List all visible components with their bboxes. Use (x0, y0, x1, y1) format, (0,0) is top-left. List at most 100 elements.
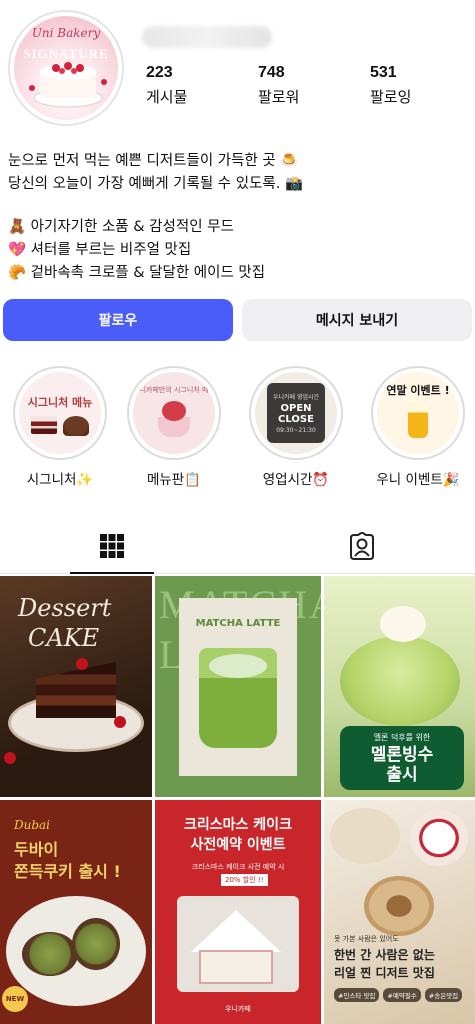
cake-slice-image (31, 416, 57, 434)
stat-following-count: 531 (370, 64, 397, 81)
stat-following[interactable]: 531 팔로잉 (370, 64, 411, 107)
profile-avatar[interactable]: Uni Bakery SIGNATURE (8, 10, 124, 126)
post-subtitle: CAKE (28, 624, 100, 652)
highlight-cover: 우니카페 영업시간 OPEN CLOSE 09:30~21:30 (255, 372, 337, 454)
post-footer: 우니카페 (225, 1005, 251, 1013)
strawberry-cup-image (154, 401, 194, 437)
post-badge: 멜론 덕후를 위한 멜론빙수 출시 (340, 726, 464, 790)
stat-posts[interactable]: 223 게시물 (146, 64, 187, 107)
sign-caption: 우니카페 영업시간 (272, 394, 320, 401)
cookie-image (22, 932, 78, 976)
avatar-image: Uni Bakery SIGNATURE (14, 16, 118, 120)
highlight-cover-title: 우니카페만의 시그니처 메뉴 (133, 386, 215, 394)
post-title: MATCHA LATTE (195, 618, 281, 629)
post-christmas-cake[interactable]: 크리스마스 케이크 사전예약 이벤트 크리스마스 케이크 사전 예약 시 20%… (155, 800, 321, 1024)
strawberry-top (162, 401, 186, 421)
username-blurred (142, 26, 272, 48)
chocolate-cake-image (63, 416, 89, 436)
open-close-sign: 우니카페 영업시간 OPEN CLOSE 09:30~21:30 (267, 383, 325, 443)
chocolate-cake-image (36, 662, 116, 718)
stat-posts-label: 게시물 (146, 88, 188, 106)
highlight-cover: 시그니처 메뉴 (19, 372, 101, 454)
bio-line: 💖 셔터를 부르는 비주얼 맛집 (8, 242, 192, 258)
stat-following-label: 팔로잉 (370, 88, 412, 106)
highlight-ring: 연말 이벤트 ! (371, 366, 465, 460)
hashtag-list: #인스타 맛집 #예약필수 #송은맛집 (334, 988, 463, 1002)
posts-grid: Dessert CAKE MATCHA LATTE MATCHA LATTE 멜… (0, 576, 475, 1024)
post-melon-bingsu[interactable]: 멜론 덕후를 위한 멜론빙수 출시 (324, 576, 475, 797)
tagged-person-icon (350, 532, 374, 560)
tab-tagged[interactable] (320, 520, 404, 574)
stat-posts-count: 223 (146, 64, 173, 81)
highlight-cover: 우니카페만의 시그니처 메뉴 (133, 372, 215, 454)
discount-tag: 20% 할인 !! (221, 874, 268, 886)
new-badge: NEW (2, 986, 28, 1012)
raspberry-image (114, 716, 126, 728)
tab-posts-grid[interactable] (70, 520, 154, 574)
post-caption: 멜론 덕후를 위한 (373, 732, 431, 742)
sign-close-text: CLOSE (278, 414, 314, 425)
stat-followers[interactable]: 748 팔로워 (258, 64, 299, 107)
bio-spacer (8, 196, 468, 216)
profile-bio: 눈으로 먼저 먹는 예쁜 디저트들이 가득한 곳 🍮 당신의 오늘이 가장 예뻐… (8, 150, 468, 285)
raspberry-image (4, 752, 16, 764)
post-script-text: Dubai (14, 818, 51, 832)
follow-button[interactable]: 팔로우 (3, 299, 233, 341)
hashtag: #인스타 맛집 (334, 988, 380, 1002)
matcha-card: MATCHA LATTE (179, 598, 297, 776)
cake-slices-image (31, 416, 89, 436)
bio-line: 🥐 겉바속촉 크로플 & 달달한 에이드 맛집 (8, 265, 266, 281)
post-caption: 크리스마스 케이크 사전 예약 시 (191, 863, 285, 871)
post-subtitle: 사전예약 이벤트 (190, 837, 286, 853)
hashtag: #예약필수 (383, 988, 421, 1002)
cookies-image (364, 876, 434, 936)
message-button[interactable]: 메시지 보내기 (242, 299, 472, 341)
bio-line: 당신의 오늘이 가장 예뻐게 기록될 수 있도록. 📸 (8, 176, 304, 192)
post-title: 크리스마스 케이크 (184, 817, 292, 833)
highlight-menu[interactable]: 우니카페만의 시그니처 메뉴 메뉴판📋 (124, 366, 224, 488)
post-subtitle: 쫀득쿠키 출시 ! (14, 862, 121, 881)
post-dessert-collage[interactable]: 못 가본 사람은 있어도 한번 간 사람은 없는 리얼 찐 디저트 맛집 #인스… (324, 800, 475, 1024)
post-dubai-cookie[interactable]: Dubai 두바이 쫀득쿠키 출시 ! NEW (0, 800, 152, 1024)
stat-followers-label: 팔로워 (258, 88, 300, 106)
post-subtitle: 리얼 찐 디저트 맛집 (334, 966, 435, 980)
post-dessert-cake[interactable]: Dessert CAKE (0, 576, 152, 797)
highlight-cover-title: 시그니처 메뉴 (27, 396, 93, 409)
melon-bingsu-image (340, 636, 460, 726)
latte-art-image (209, 654, 267, 678)
raspberry-image (76, 658, 88, 670)
highlight-label: 우니 이벤트🎉 (376, 472, 460, 488)
post-title: 멜론빙수 (370, 744, 434, 765)
cookie-image (72, 918, 120, 970)
bio-line: 🧸 아기자기한 소품 & 감성적인 무드 (8, 219, 234, 235)
post-title: 한번 간 사람은 없는 (334, 948, 435, 962)
post-title: 두바이 (14, 840, 59, 859)
avatar-cake-illustration (29, 62, 107, 108)
highlight-cover: 연말 이벤트 ! (377, 372, 459, 454)
profile-header: Uni Bakery SIGNATURE 223 게시물 748 팔로워 531 (0, 0, 475, 140)
highlight-cover-title: 연말 이벤트 ! (386, 384, 450, 397)
highlight-ring: 우니카페 영업시간 OPEN CLOSE 09:30~21:30 (249, 366, 343, 460)
post-matcha-latte[interactable]: MATCHA LATTE MATCHA LATTE (155, 576, 321, 797)
house-body (199, 950, 273, 984)
stat-followers-count: 748 (258, 64, 285, 81)
hashtag: #송은맛집 (424, 988, 463, 1002)
highlight-label: 영업시간⏰ (262, 472, 330, 488)
sign-hours-text: 09:30~21:30 (276, 427, 316, 434)
post-caption: 못 가본 사람은 있어도 (334, 935, 399, 943)
highlight-label: 메뉴판📋 (146, 472, 202, 488)
bio-line: 눈으로 먼저 먹는 예쁜 디저트들이 가득한 곳 🍮 (8, 153, 299, 169)
berry-cake-image (410, 810, 468, 866)
sign-open-text: OPEN (280, 403, 312, 414)
grid-icon (100, 534, 124, 558)
highlight-signature[interactable]: 시그니처 메뉴 시그니처✨ (10, 366, 110, 488)
ice-cream-scoop-image (380, 606, 426, 642)
highlight-label: 시그니처✨ (26, 472, 94, 488)
highlight-ring: 시그니처 메뉴 (13, 366, 107, 460)
highlight-ring: 우니카페만의 시그니처 메뉴 (127, 366, 221, 460)
post-subtitle: 출시 (386, 764, 418, 785)
profile-tabs (0, 520, 475, 574)
post-title: Dessert (18, 594, 112, 622)
highlight-event[interactable]: 연말 이벤트 ! 우니 이벤트🎉 (368, 366, 468, 488)
highlight-hours[interactable]: 우니카페 영업시간 OPEN CLOSE 09:30~21:30 영업시간⏰ (246, 366, 346, 488)
